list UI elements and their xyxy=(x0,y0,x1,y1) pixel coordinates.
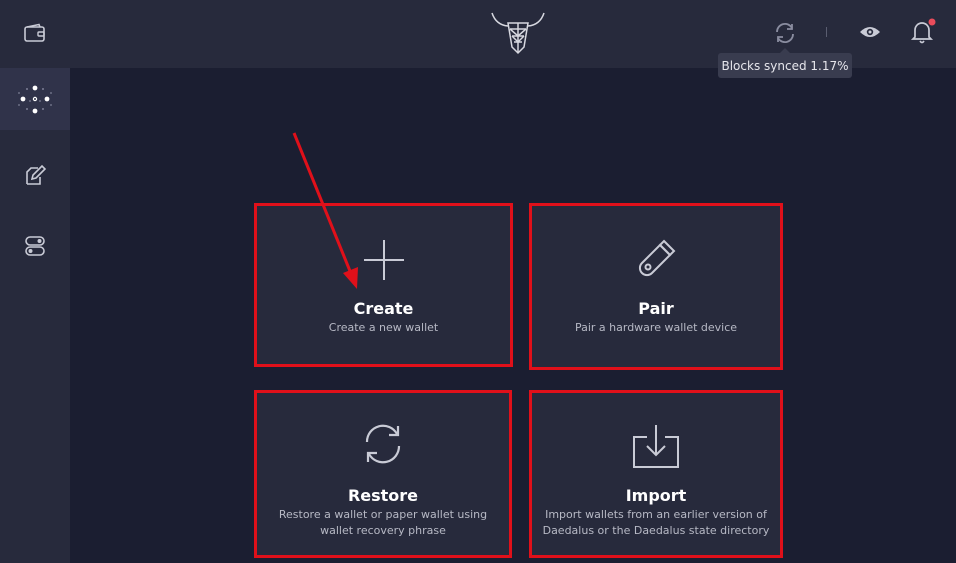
sidebar-item-settings[interactable] xyxy=(0,224,70,268)
card-title: Pair xyxy=(638,299,674,318)
card-description: Import wallets from an earlier version o… xyxy=(542,507,770,539)
import-wallet-card[interactable]: Import Import wallets from an earlier ve… xyxy=(529,390,783,558)
sidebar-item-network[interactable] xyxy=(0,68,70,130)
settings-toggle-icon xyxy=(25,236,45,256)
card-description-line: Restore a wallet or paper wallet using xyxy=(278,508,488,521)
sidebar-item-documents[interactable] xyxy=(0,152,70,196)
restore-wallet-card[interactable]: Restore Restore a wallet or paper wallet… xyxy=(254,390,512,558)
eye-icon[interactable] xyxy=(859,24,881,40)
card-title: Restore xyxy=(347,486,419,505)
card-description-line: wallet recovery phrase xyxy=(320,524,446,537)
plus-icon xyxy=(363,240,404,280)
card-description: Restore a wallet or paper wallet using w… xyxy=(267,507,499,539)
network-icon xyxy=(18,85,52,114)
wallet-icon xyxy=(24,23,45,42)
card-description: Pair a hardware wallet device xyxy=(574,321,738,334)
sidebar xyxy=(0,0,70,563)
sidebar-item-wallets[interactable] xyxy=(0,0,70,66)
card-title: Import xyxy=(625,486,687,505)
card-title: Create xyxy=(353,299,414,318)
usb-device-icon xyxy=(638,239,676,277)
import-icon xyxy=(633,425,679,468)
restore-icon xyxy=(365,424,401,464)
pair-wallet-card[interactable]: Pair Pair a hardware wallet device xyxy=(529,203,783,370)
card-description: Create a new wallet xyxy=(328,321,439,334)
card-description-line: Import wallets from an earlier version o… xyxy=(545,508,767,521)
create-wallet-card[interactable]: Create Create a new wallet xyxy=(254,203,513,367)
sync-icon[interactable] xyxy=(773,21,797,45)
sync-status-tooltip: Blocks synced 1.17% xyxy=(718,48,852,78)
card-description-line: Daedalus or the Daedalus state directory xyxy=(542,524,770,537)
notification-bell-icon[interactable] xyxy=(910,17,936,45)
divider xyxy=(826,27,827,37)
edit-document-icon xyxy=(26,164,47,185)
daedalus-logo xyxy=(491,12,545,55)
